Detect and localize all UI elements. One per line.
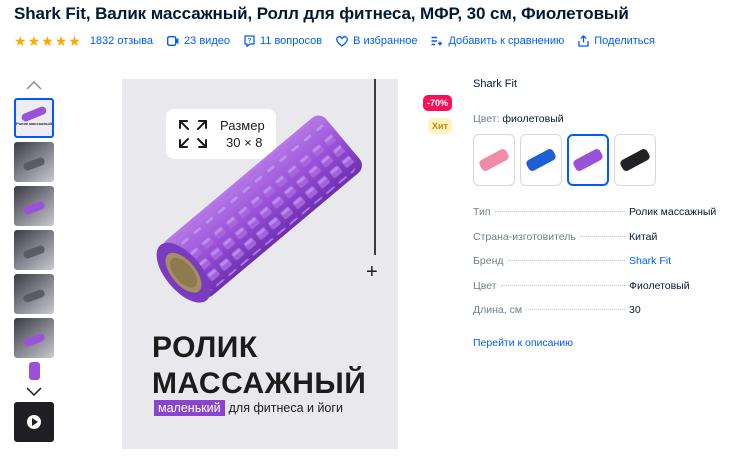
video-thumbnail[interactable] <box>14 402 54 442</box>
roller-image <box>477 147 511 173</box>
subline-text: для фитнеса и йоги <box>228 401 343 415</box>
question-icon: ? <box>244 35 255 47</box>
color-value: фиолетовый <box>502 113 564 125</box>
product-title: Shark Fit, Валик массажный, Ролл для фит… <box>14 4 629 23</box>
spec-row: Бренд Shark Fit <box>473 255 718 280</box>
swatch-black[interactable] <box>614 134 656 186</box>
hit-badge: Хит <box>428 118 452 134</box>
go-to-description-link[interactable]: Перейти к описанию <box>473 337 573 349</box>
main-product-image[interactable]: Размер 30 × 8 РОЛИК МАССАЖНЫЙ маленький <box>122 79 398 449</box>
compare-icon <box>431 36 443 46</box>
spec-value: Китай <box>629 230 658 243</box>
spec-key: Цвет <box>473 279 497 292</box>
videos-link[interactable]: 23 видео <box>167 35 230 47</box>
swatch-purple[interactable] <box>567 134 609 186</box>
brand-link[interactable]: Shark Fit <box>629 255 718 267</box>
thumbnail-6[interactable] <box>14 318 54 358</box>
star-icon: ★ <box>14 33 27 49</box>
brand-name[interactable]: Shark Fit <box>473 78 517 90</box>
video-icon <box>167 36 179 46</box>
favorites-label: В избранное <box>353 35 418 47</box>
roller-image <box>20 105 48 123</box>
spec-row: Страна-изготовитель Китай <box>473 231 718 256</box>
color-key: Цвет: <box>473 113 500 125</box>
color-selection-label: Цвет: фиолетовый <box>473 113 564 125</box>
roller-image <box>618 147 652 173</box>
heart-icon <box>336 35 349 47</box>
thumbnail-5[interactable] <box>14 274 54 314</box>
chevron-down-icon <box>26 386 42 396</box>
thumbnail-strip: Ролик массажный <box>14 78 56 442</box>
compare-label: Добавить к сравнению <box>448 35 565 47</box>
videos-label: 23 видео <box>184 35 230 47</box>
rating-stars[interactable]: ★ ★ ★ ★ ★ <box>14 34 81 48</box>
image-subline: маленький для фитнеса и йоги <box>154 400 343 416</box>
thumbs-down-arrow[interactable] <box>14 384 54 398</box>
headline-line-1: РОЛИК <box>152 331 258 364</box>
svg-text:?: ? <box>248 39 252 45</box>
headline-line-2: МАССАЖНЫЙ <box>152 367 367 400</box>
swatch-blue[interactable] <box>520 134 562 186</box>
spec-row: Цвет Фиолетовый <box>473 280 718 305</box>
thumbnail-caption: Ролик массажный <box>16 121 53 126</box>
play-icon <box>27 415 41 429</box>
star-icon: ★ <box>41 33 54 49</box>
spec-key: Тип <box>473 206 491 218</box>
product-meta-bar: ★ ★ ★ ★ ★ 1832 отзыва 23 видео ? 11 вопр… <box>14 34 669 48</box>
spec-key: Длина, см <box>473 304 523 316</box>
roller-image <box>524 147 558 173</box>
specs-table: Тип Ролик массажный Страна-изготовитель … <box>473 206 718 329</box>
star-icon: ★ <box>68 33 81 49</box>
questions-label: 11 вопросов <box>259 35 323 47</box>
chevron-up-icon <box>26 80 42 90</box>
size-tag: маленький <box>154 400 225 416</box>
roller-image <box>571 147 605 173</box>
compare-button[interactable]: Добавить к сравнению <box>431 35 564 47</box>
reviews-link[interactable]: 1832 отзыва <box>90 35 153 47</box>
spec-key: Бренд <box>473 255 504 267</box>
thumbnail-2[interactable] <box>14 142 54 182</box>
spec-value: Ролик массажный <box>629 206 717 218</box>
divider-line <box>374 79 376 255</box>
thumbnail-4[interactable] <box>14 230 54 270</box>
spec-row: Длина, см 30 <box>473 304 718 329</box>
spec-key: Страна-изготовитель <box>473 230 576 243</box>
star-icon: ★ <box>27 33 41 49</box>
spec-value: Фиолетовый <box>629 279 690 292</box>
spec-value: 30 <box>629 304 641 316</box>
share-icon <box>578 35 589 47</box>
thumbnail-1[interactable]: Ролик массажный <box>14 98 54 138</box>
zoom-plus-icon[interactable]: + <box>366 262 378 282</box>
favorites-button[interactable]: В избранное <box>336 35 417 47</box>
thumbnail-7[interactable] <box>14 362 54 382</box>
share-button[interactable]: Поделиться <box>578 35 655 47</box>
share-label: Поделиться <box>594 35 655 47</box>
spec-row: Тип Ролик массажный <box>473 206 718 231</box>
color-swatches <box>473 134 656 186</box>
star-icon: ★ <box>54 33 68 49</box>
discount-badge: -70% <box>423 95 453 111</box>
thumbs-up-arrow[interactable] <box>14 78 54 92</box>
questions-link[interactable]: ? 11 вопросов <box>244 35 322 47</box>
swatch-pink[interactable] <box>473 134 515 186</box>
thumbnail-3[interactable] <box>14 186 54 226</box>
